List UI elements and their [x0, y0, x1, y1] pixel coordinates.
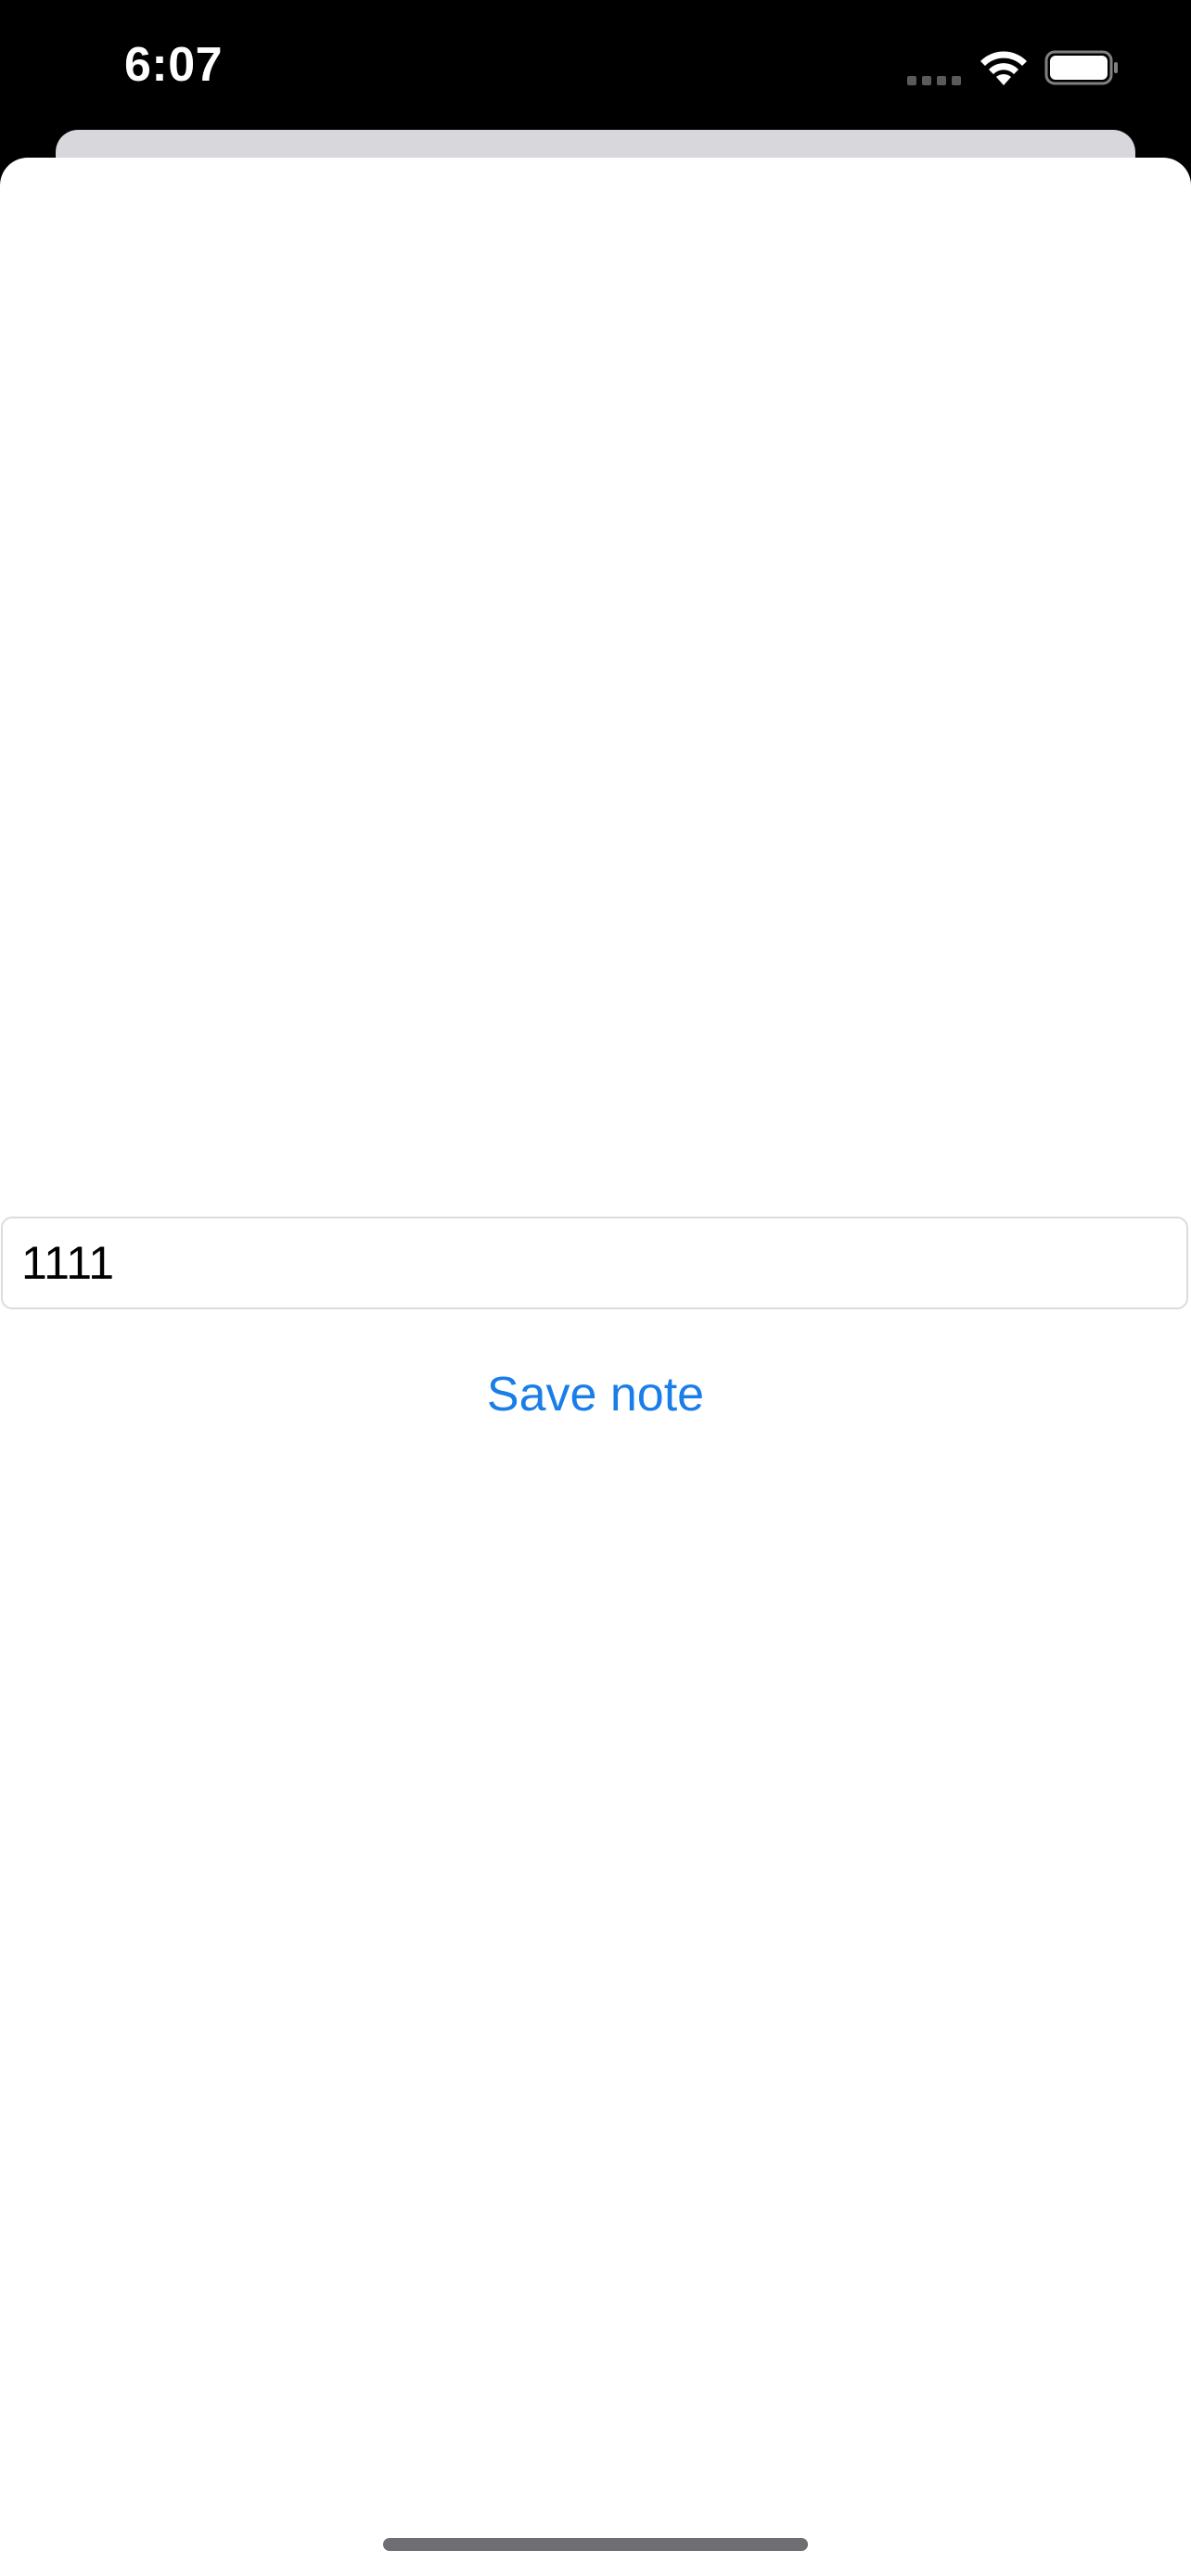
status-time: 6:07 — [124, 38, 224, 92]
status-bar: 6:07 — [0, 0, 1191, 130]
save-note-button[interactable]: Save note — [410, 1358, 781, 1432]
screen: 6:07 Save note — [0, 0, 1191, 2576]
cellular-signal-icon — [907, 76, 961, 85]
note-input[interactable] — [1, 1217, 1188, 1309]
wifi-icon — [980, 51, 1027, 85]
battery-icon — [1044, 50, 1118, 85]
home-indicator[interactable] — [383, 2538, 808, 2551]
